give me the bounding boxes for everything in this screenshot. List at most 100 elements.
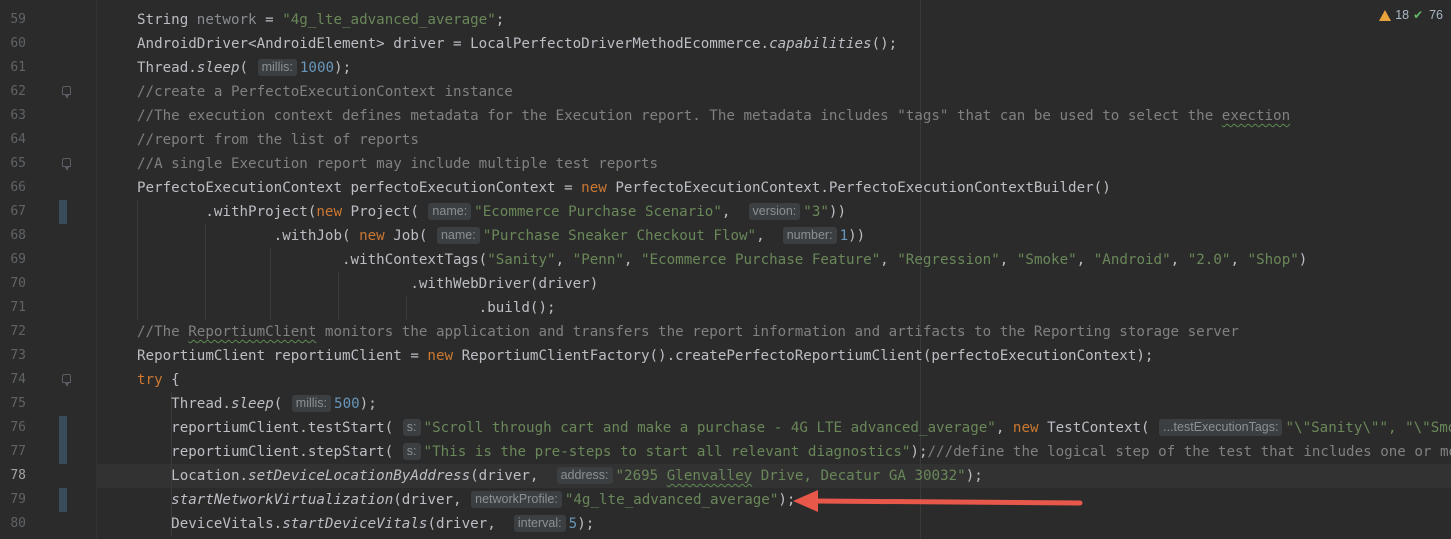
- code-token: ,: [880, 252, 898, 268]
- code-line[interactable]: .withProject(new Project( name: "Ecommerc…: [137, 200, 846, 224]
- string-token: "Ecommerce Purchase Scenario": [474, 204, 722, 220]
- code-line[interactable]: //report from the list of reports: [137, 128, 419, 152]
- number-token: 1000: [299, 60, 335, 76]
- code-token: (: [273, 396, 291, 412]
- code-line[interactable]: try {: [137, 368, 180, 392]
- line-number[interactable]: 63: [0, 104, 26, 128]
- code-line[interactable]: //create a PerfectoExecutionContext inst…: [137, 80, 513, 104]
- parameter-hint: name:: [436, 227, 480, 244]
- line-number-gutter[interactable]: 59 60 61 62 63 64 65 66 67 68 69 70 71 72 73 74 75 76 77 78…: [0, 0, 96, 539]
- code-token: .withWebDriver(driver): [137, 276, 599, 292]
- vcs-change-marker[interactable]: [59, 440, 67, 464]
- string-token: "3": [803, 204, 829, 220]
- number-token: 5: [568, 516, 578, 532]
- keyword-token: new: [427, 348, 462, 364]
- comment-token: ///define the logical step of the test t…: [927, 444, 1451, 460]
- code-token: ,: [1076, 252, 1094, 268]
- string-token: "Shop": [1247, 252, 1299, 268]
- warning-triangle-icon: [1379, 9, 1392, 21]
- line-number[interactable]: 68: [0, 224, 26, 248]
- string-token: Glenvalley: [666, 468, 753, 484]
- string-token: "Ecommerce Purchase Feature": [641, 252, 881, 268]
- vcs-change-marker[interactable]: [59, 200, 67, 224]
- line-number[interactable]: 64: [0, 128, 26, 152]
- line-number[interactable]: 72: [0, 320, 26, 344]
- parameter-hint: ...testExecutionTags:: [1159, 419, 1283, 436]
- unused-variable-token: network: [196, 12, 257, 28]
- comment-token: //report from the list of reports: [137, 132, 419, 148]
- code-line[interactable]: //A single Execution report may include …: [137, 152, 658, 176]
- string-token: "4g_lte_advanced_average": [282, 12, 496, 28]
- parameter-hint: s:: [402, 443, 421, 460]
- line-number[interactable]: 71: [0, 296, 26, 320]
- line-number[interactable]: 76: [0, 416, 26, 440]
- code-line[interactable]: reportiumClient.testStart( s: "Scroll thr…: [137, 416, 1451, 440]
- code-line[interactable]: .withWebDriver(driver): [137, 272, 598, 296]
- code-token: AndroidDriver<AndroidElement> driver = L…: [137, 36, 770, 52]
- code-line[interactable]: //The execution context defines metadata…: [137, 104, 1290, 128]
- code-token: String: [137, 12, 197, 28]
- static-method-token: sleep: [230, 396, 274, 412]
- parameter-hint: address:: [556, 467, 613, 484]
- code-token: .withJob(: [137, 228, 360, 244]
- inspection-widget[interactable]: 18 ✔ 76: [1379, 6, 1443, 24]
- passed-count: 76: [1429, 8, 1443, 22]
- code-token: ,: [756, 228, 782, 244]
- code-token: ReportiumClient reportiumClient =: [137, 348, 428, 364]
- code-token: ;: [495, 12, 505, 28]
- line-number[interactable]: 74: [0, 368, 26, 392]
- static-method-token: setDeviceLocationByAddress: [248, 468, 471, 484]
- fold-toggle-icon[interactable]: [62, 86, 71, 99]
- code-token: Project(: [350, 204, 428, 220]
- code-token: )): [828, 204, 847, 220]
- code-line[interactable]: AndroidDriver<AndroidElement> driver = L…: [137, 32, 897, 56]
- line-number[interactable]: 73: [0, 344, 26, 368]
- code-line[interactable]: reportiumClient.stepStart( s: "This is th…: [137, 440, 1451, 464]
- line-number[interactable]: 67: [0, 200, 26, 224]
- warning-count: 18: [1395, 8, 1410, 22]
- string-token: Drive, Decatur GA 30032": [752, 468, 966, 484]
- code-line[interactable]: .withContextTags("Sanity", "Penn", "Ecom…: [137, 248, 1307, 272]
- parameter-hint: name:: [428, 203, 472, 220]
- line-number[interactable]: 62: [0, 80, 26, 104]
- code-token: );: [577, 516, 595, 532]
- string-token: "2695: [615, 468, 667, 484]
- code-line[interactable]: startNetworkVirtualization(driver, netwo…: [137, 488, 795, 512]
- code-line[interactable]: Location.setDeviceLocationByAddress(driv…: [137, 464, 983, 488]
- code-line[interactable]: DeviceVitals.startDeviceVitals(driver, i…: [137, 512, 594, 536]
- vcs-change-marker[interactable]: [59, 416, 67, 440]
- code-line[interactable]: Thread.sleep( millis: 1000);: [137, 56, 351, 80]
- code-editor[interactable]: 59 60 61 62 63 64 65 66 67 68 69 70 71 72 73 74 75 76 77 78…: [0, 0, 1451, 539]
- code-area[interactable]: String network = "4g_lte_advanced_averag…: [97, 0, 1451, 539]
- code-line[interactable]: //The ReportiumClient monitors the appli…: [137, 320, 1239, 344]
- line-number[interactable]: 66: [0, 176, 26, 200]
- line-number[interactable]: 78: [0, 464, 26, 488]
- code-line[interactable]: .withJob( new Job( name: "Purchase Sneake…: [137, 224, 865, 248]
- code-line[interactable]: .build();: [137, 296, 556, 320]
- code-token: ReportiumClientFactory().createPerfectoR…: [461, 348, 1154, 364]
- line-number[interactable]: 60: [0, 32, 26, 56]
- line-number[interactable]: 65: [0, 152, 26, 176]
- string-token: "Smoke": [1016, 252, 1077, 268]
- line-number[interactable]: 80: [0, 512, 26, 536]
- code-line[interactable]: String network = "4g_lte_advanced_averag…: [137, 8, 504, 32]
- line-number[interactable]: 79: [0, 488, 26, 512]
- code-token: Job(: [393, 228, 436, 244]
- line-number[interactable]: 69: [0, 248, 26, 272]
- fold-toggle-icon[interactable]: [62, 374, 71, 387]
- line-number[interactable]: 61: [0, 56, 26, 80]
- line-number[interactable]: 59: [0, 8, 26, 32]
- keyword-token: try: [137, 372, 172, 388]
- code-line[interactable]: Thread.sleep( millis: 500);: [137, 392, 377, 416]
- code-line[interactable]: PerfectoExecutionContext perfectoExecuti…: [137, 176, 1111, 200]
- line-number[interactable]: 70: [0, 272, 26, 296]
- code-token: TestContext(: [1047, 420, 1159, 436]
- line-number[interactable]: 77: [0, 440, 26, 464]
- code-token: )): [848, 228, 866, 244]
- vcs-change-marker[interactable]: [59, 488, 67, 512]
- code-token: (driver,: [427, 516, 513, 532]
- code-line[interactable]: ReportiumClient reportiumClient = new Re…: [137, 344, 1153, 368]
- code-token: .build();: [137, 300, 556, 316]
- fold-toggle-icon[interactable]: [62, 158, 71, 171]
- line-number[interactable]: 75: [0, 392, 26, 416]
